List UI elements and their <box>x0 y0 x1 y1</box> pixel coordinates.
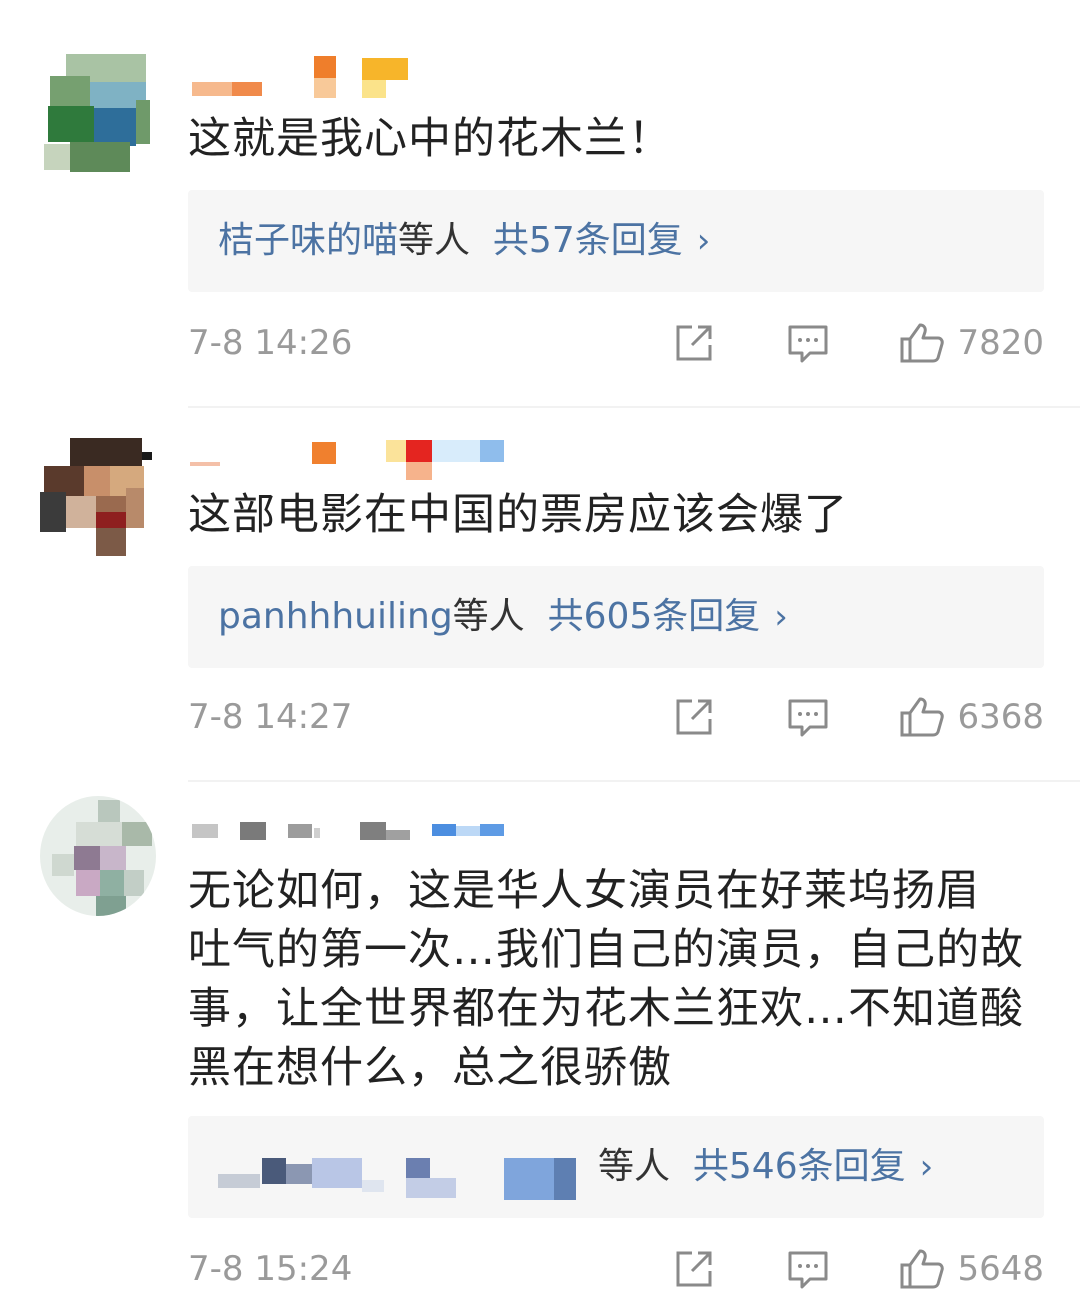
reply-count[interactable]: 共605条回复 <box>548 596 761 637</box>
avatar[interactable] <box>40 48 152 176</box>
username-blurred[interactable] <box>190 436 530 486</box>
comment-meta: 7-8 14:26 7820 <box>188 318 1044 368</box>
divider <box>188 406 1080 408</box>
comment-icon[interactable] <box>786 695 830 739</box>
reply-summary[interactable]: panhhhuiling等人 共605条回复 › <box>188 566 1044 668</box>
comment-text-line: 事，让全世界都在为花木兰狂欢…不知道酸 <box>188 984 1024 1034</box>
reply-user[interactable]: 桔子味的喵 <box>218 220 398 261</box>
comment-meta: 7-8 15:24 5648 <box>188 1244 1044 1294</box>
divider <box>188 780 1080 782</box>
avatar[interactable] <box>40 796 156 916</box>
username-blurred[interactable] <box>190 818 530 868</box>
share-icon[interactable] <box>672 1247 716 1291</box>
reply-etc: 等人 <box>398 220 471 261</box>
comment-text: 无论如何，这是华人女演员在好莱坞扬眉 吐气的第一次…我们自己的演员，自己的故 事… <box>188 862 1028 1098</box>
chevron-right-icon: › <box>696 221 711 261</box>
comment-text-line: 无论如何，这是华人女演员在好莱坞扬眉 <box>188 866 980 916</box>
reply-count[interactable]: 共57条回复 <box>493 220 683 261</box>
thumbs-up-icon[interactable] <box>898 695 946 739</box>
reply-summary[interactable]: 桔子味的喵等人 共57条回复 › <box>188 190 1044 292</box>
share-icon[interactable] <box>672 321 716 365</box>
comment-meta: 7-8 14:27 6368 <box>188 692 1044 742</box>
comment-icon[interactable] <box>786 1247 830 1291</box>
comment-text: 这就是我心中的花木兰！ <box>188 114 672 164</box>
reply-user[interactable]: panhhhuiling <box>218 596 453 637</box>
comment-icon[interactable] <box>786 321 830 365</box>
comment-text-line: 吐气的第一次…我们自己的演员，自己的故 <box>188 925 1024 975</box>
comment-text: 这部电影在中国的票房应该会爆了 <box>188 490 848 540</box>
timestamp: 7-8 15:24 <box>188 1249 353 1289</box>
thumbs-up-icon[interactable] <box>898 1247 946 1291</box>
chevron-right-icon: › <box>774 597 788 637</box>
timestamp: 7-8 14:27 <box>188 697 353 737</box>
avatar[interactable] <box>40 432 152 560</box>
like-count: 6368 <box>957 697 1044 737</box>
chevron-right-icon: › <box>919 1147 934 1187</box>
reply-summary[interactable]: 等人 共546条回复 › <box>188 1116 1044 1218</box>
reply-etc: 等人 <box>598 1146 671 1187</box>
like-count: 7820 <box>957 323 1044 363</box>
reply-count[interactable]: 共546条回复 <box>693 1146 906 1187</box>
reply-etc: 等人 <box>452 596 525 637</box>
comment-text-line: 黑在想什么，总之很骄傲 <box>188 1043 672 1093</box>
username-blurred[interactable] <box>190 52 530 102</box>
like-count: 5648 <box>957 1249 1044 1289</box>
comment-item: 这就是我心中的花木兰！ 桔子味的喵等人 共57条回复 › 7-8 14:26 78… <box>0 0 1080 408</box>
timestamp: 7-8 14:26 <box>188 323 353 363</box>
thumbs-up-icon[interactable] <box>898 321 946 365</box>
share-icon[interactable] <box>672 695 716 739</box>
